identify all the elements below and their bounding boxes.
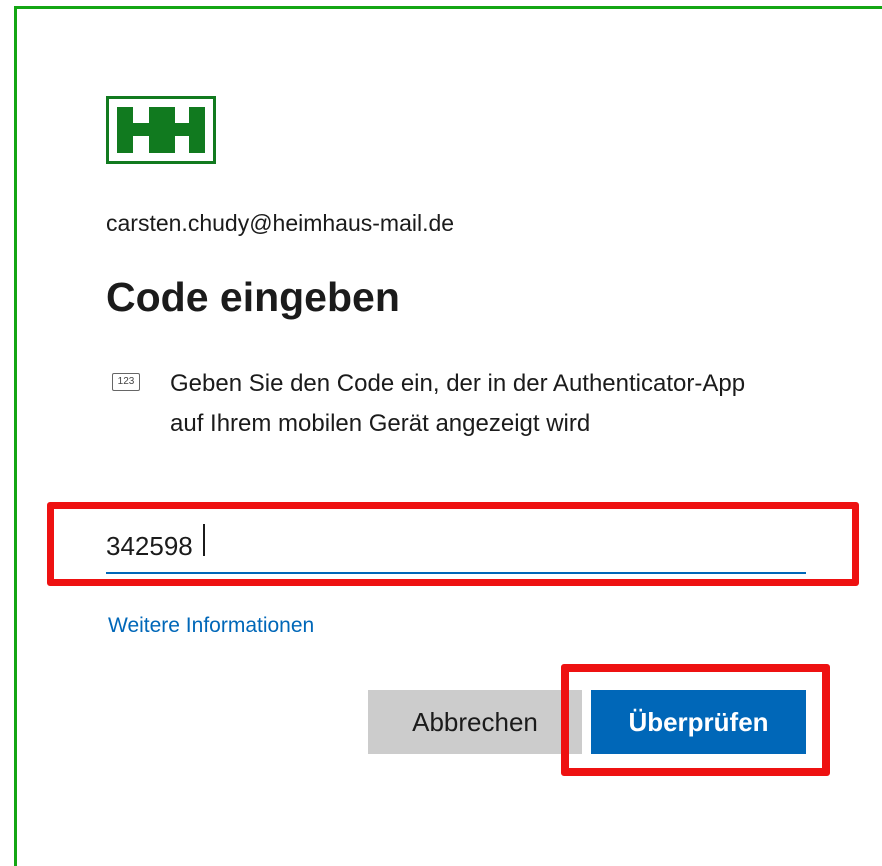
more-information-link[interactable]: Weitere Informationen: [108, 614, 314, 638]
verification-code-input[interactable]: [106, 520, 806, 574]
verify-button[interactable]: Überprüfen: [591, 690, 806, 754]
page-title: Code eingeben: [106, 274, 400, 320]
company-logo: [106, 96, 216, 164]
account-email: carsten.chudy@heimhaus-mail.de: [106, 210, 455, 236]
instruction-text: Geben Sie den Code ein, der in der Authe…: [170, 370, 746, 437]
text-caret: [203, 524, 205, 556]
numeric-code-icon: 123: [112, 373, 140, 391]
cancel-button[interactable]: Abbrechen: [368, 690, 582, 754]
